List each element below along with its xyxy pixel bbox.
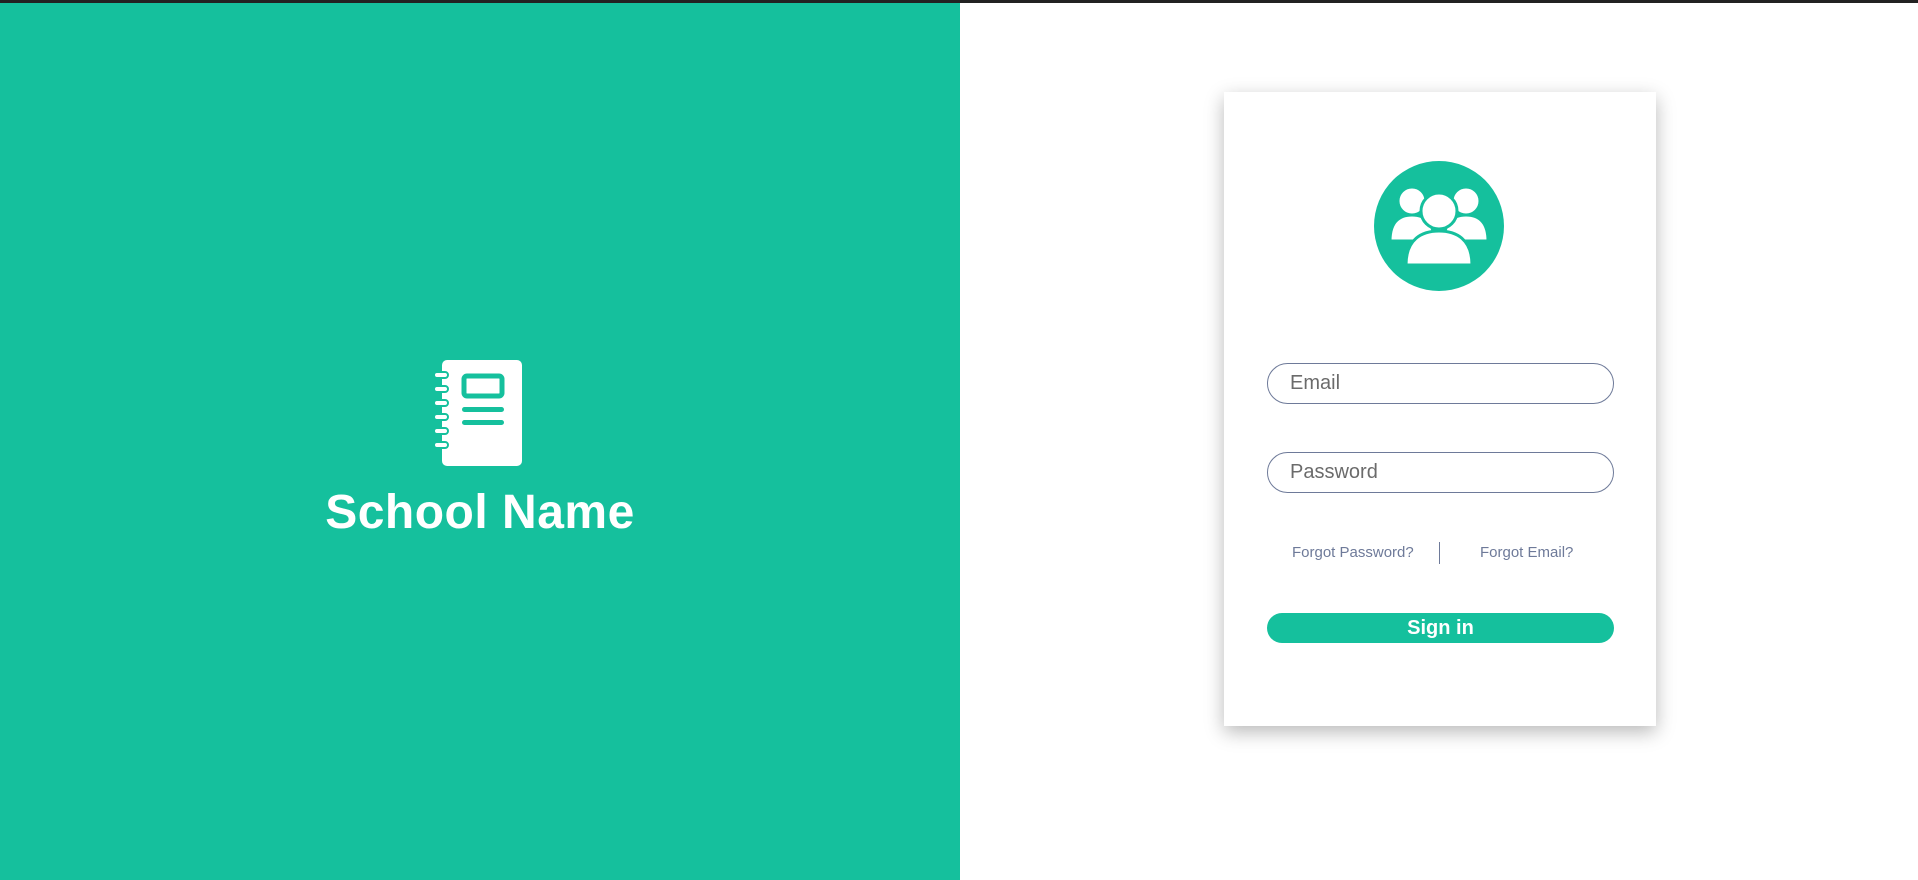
school-name: School Name xyxy=(325,486,635,539)
brand-block: School Name xyxy=(0,360,960,539)
recovery-links: Forgot Password? Forgot Email? xyxy=(1267,540,1614,566)
email-field[interactable] xyxy=(1267,363,1614,404)
sign-in-button[interactable]: Sign in xyxy=(1267,613,1614,643)
notebook-icon xyxy=(433,360,526,466)
password-field[interactable] xyxy=(1267,452,1614,493)
links-divider xyxy=(1439,542,1440,564)
forgot-email-link[interactable]: Forgot Email? xyxy=(1480,544,1573,561)
forgot-password-link[interactable]: Forgot Password? xyxy=(1292,544,1414,561)
login-card: Forgot Password? Forgot Email? Sign in xyxy=(1224,92,1656,726)
avatar xyxy=(1374,161,1504,291)
users-group-icon xyxy=(1384,179,1494,274)
window-top-border xyxy=(0,0,1918,3)
brand-panel: School Name xyxy=(0,0,960,880)
